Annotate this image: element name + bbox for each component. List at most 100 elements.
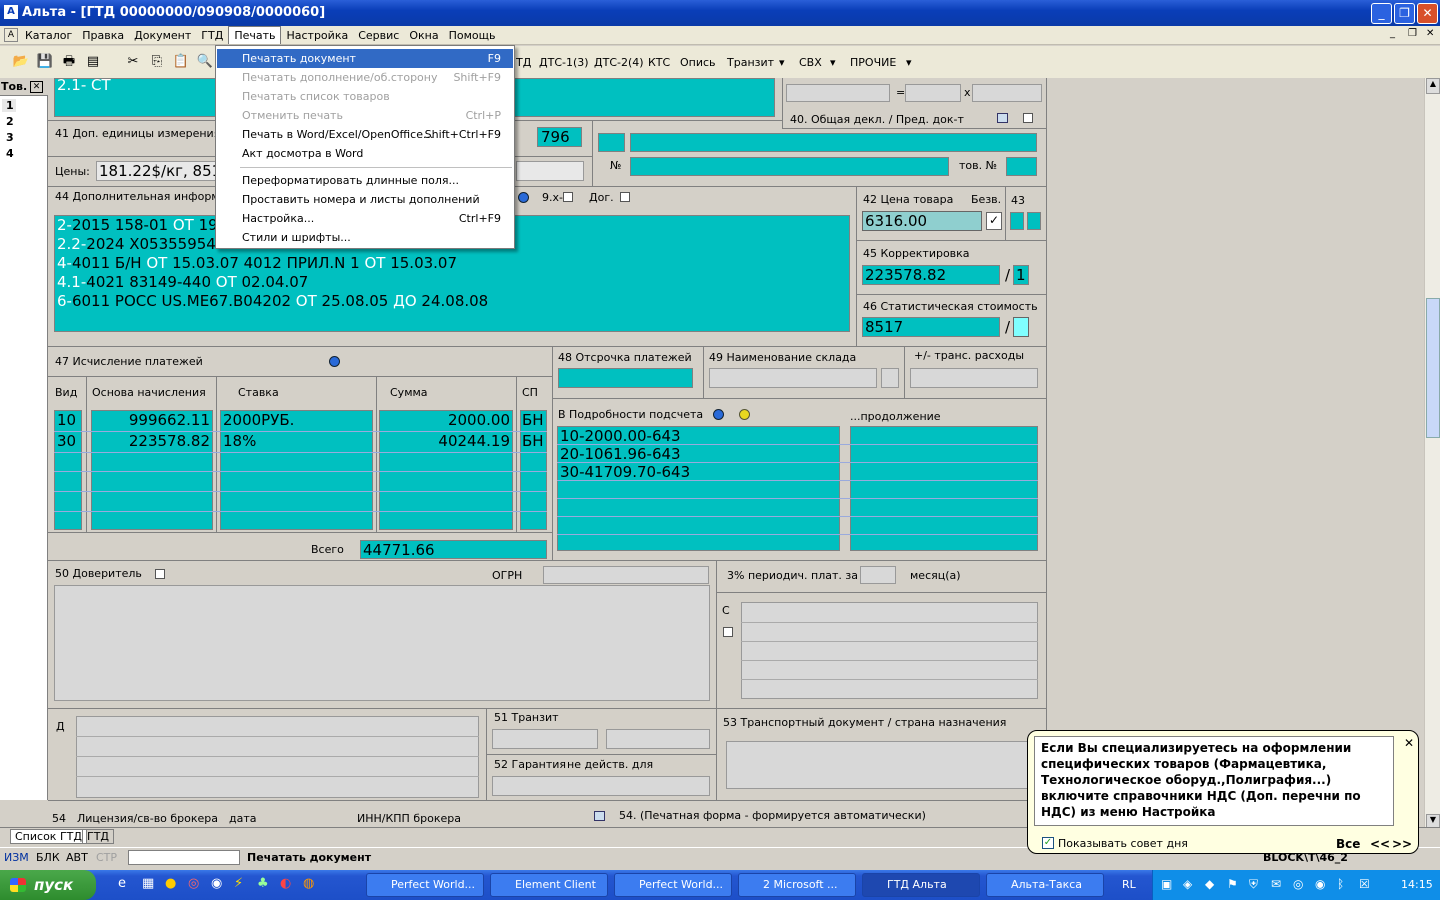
start-button[interactable]: пуск	[0, 870, 96, 900]
field49-extra[interactable]	[881, 368, 899, 388]
field41-value[interactable]: 796	[537, 127, 582, 147]
tip-next-button[interactable]: >>	[1392, 837, 1412, 851]
field-top-c[interactable]	[972, 84, 1042, 102]
col-sum-cells[interactable]: 2000.00 40244.19	[379, 410, 513, 530]
goods-item-4[interactable]: 4	[6, 147, 14, 160]
col-base-cells[interactable]: 999662.11 223578.82	[91, 410, 213, 530]
tray-app5-icon[interactable]: ◎	[1293, 877, 1303, 891]
menu-windows[interactable]: Окна	[404, 26, 443, 45]
print-settings-item[interactable]: Настройка... Ctrl+F9	[217, 209, 513, 228]
tab-kts[interactable]: КТС	[648, 56, 670, 69]
tip-close-icon[interactable]: ✕	[1404, 736, 1414, 750]
menu-print[interactable]: Печать	[228, 26, 282, 44]
clock[interactable]: 14:15	[1401, 878, 1433, 891]
field-top-a[interactable]	[786, 84, 890, 102]
copy-icon[interactable]: ⎘	[146, 51, 168, 73]
reformat-fields-item[interactable]: Переформатировать длинные поля...	[217, 171, 513, 190]
goods-panel-close-icon[interactable]: ✕	[30, 81, 43, 93]
tray-app3-icon[interactable]: ⚑	[1227, 877, 1238, 891]
vertical-scrollbar[interactable]: ▲ ▼	[1424, 78, 1440, 830]
tray-app-icon[interactable]: ◈	[1183, 877, 1192, 891]
menu-edit[interactable]: Правка	[77, 26, 129, 45]
field43-b[interactable]	[1027, 212, 1041, 230]
field40-number[interactable]	[630, 157, 949, 176]
field46-after[interactable]	[1013, 317, 1029, 337]
field51-value-a[interactable]	[492, 729, 598, 749]
cancel-print-item[interactable]: Отменить печать Ctrl+P	[217, 106, 513, 125]
note-icon[interactable]	[620, 192, 630, 202]
ogrn-value[interactable]	[543, 566, 709, 584]
col-rate-cells[interactable]: 2000РУБ. 18%	[220, 410, 373, 530]
globe-icon[interactable]	[329, 356, 340, 367]
menu-service[interactable]: Сервис	[353, 26, 404, 45]
task-perfect-world-2[interactable]: Perfect World...	[614, 873, 732, 897]
field43-a[interactable]	[1010, 212, 1024, 230]
tab-tranzit[interactable]: Транзит	[727, 56, 774, 69]
tray-app7-icon[interactable]: ☒	[1359, 877, 1370, 891]
goods-item-1[interactable]: 1	[2, 99, 16, 112]
open-folder-icon[interactable]: 📂	[10, 51, 32, 73]
menu-document[interactable]: Документ	[129, 26, 196, 45]
quicklaunch-ie-icon[interactable]: e	[118, 876, 126, 891]
calendar-icon[interactable]	[594, 811, 605, 821]
calendar-icon[interactable]	[997, 113, 1008, 123]
field52-value[interactable]	[492, 776, 710, 796]
field40-doc[interactable]	[630, 133, 1037, 152]
menu-help[interactable]: Помощь	[444, 26, 501, 45]
tab-dts1[interactable]: ДТС-1(3)	[539, 56, 589, 69]
field45-after[interactable]: 1	[1013, 265, 1029, 285]
show-tips-checkbox[interactable]: ✓	[1042, 837, 1054, 849]
find-icon[interactable]: 🔍	[194, 51, 216, 73]
task-element-client[interactable]: Element Client	[490, 873, 608, 897]
maximize-button[interactable]: ❐	[1394, 3, 1415, 24]
tray-app2-icon[interactable]: ◆	[1205, 877, 1214, 891]
field50-value[interactable]	[54, 585, 710, 701]
task-microsoft[interactable]: 2 Microsoft ...	[738, 873, 856, 897]
svh-dropdown-icon[interactable]: ▾	[830, 56, 836, 69]
field45-value[interactable]: 223578.82	[862, 265, 1000, 285]
print-goods-list-item[interactable]: Печатать список товаров	[217, 87, 513, 106]
mdi-minimize-icon[interactable]: _	[1390, 28, 1395, 39]
tray-shield-icon[interactable]: ⛨	[1249, 877, 1258, 892]
field-top-b[interactable]	[905, 84, 961, 102]
field53-value[interactable]	[726, 741, 1038, 789]
total-value[interactable]: 44771.66	[360, 540, 547, 559]
tray-bluetooth-icon[interactable]: ᛒ	[1337, 877, 1344, 891]
tab-prochie[interactable]: ПРОЧИЕ	[850, 56, 896, 69]
scroll-up-icon[interactable]: ▲	[1426, 78, 1440, 94]
note-icon[interactable]	[155, 569, 165, 579]
mdi-restore-icon[interactable]: ❐	[1408, 28, 1417, 39]
tab-gtd-list[interactable]: Список ГТД	[10, 829, 87, 844]
tranzit-dropdown-icon[interactable]: ▾	[779, 56, 785, 69]
prices-extra-field[interactable]	[516, 161, 584, 181]
menu-settings[interactable]: Настройка	[281, 26, 353, 45]
quicklaunch-media-icon[interactable]: ●	[165, 876, 176, 891]
globe-icon[interactable]	[713, 409, 724, 420]
language-indicator[interactable]: RL	[1122, 878, 1136, 891]
quicklaunch-app2-icon[interactable]: ◉	[211, 876, 222, 891]
prochie-dropdown-icon[interactable]: ▾	[906, 56, 912, 69]
print-options-icon[interactable]: ▤	[82, 51, 104, 73]
print-to-office-item[interactable]: Печать в Word/Excel/OpenOffice... Shift+C…	[217, 125, 513, 144]
save-icon[interactable]: 💾	[34, 51, 56, 73]
note-icon[interactable]	[563, 192, 573, 202]
field42-checkbox[interactable]: ✓	[986, 212, 1002, 230]
fieldD-value[interactable]	[76, 716, 479, 798]
tray-app4-icon[interactable]: ✉	[1271, 877, 1281, 891]
tab-svh[interactable]: СВХ	[799, 56, 822, 69]
task-gtd-alta[interactable]: ГТД Альта	[862, 873, 980, 897]
minimize-button[interactable]: _	[1371, 3, 1392, 24]
tab-gtd[interactable]: ГТД	[82, 829, 115, 844]
field49-value[interactable]	[709, 368, 877, 388]
tray-app6-icon[interactable]: ◉	[1315, 877, 1325, 891]
print-icon[interactable]: 🖶	[58, 51, 80, 73]
fieldC-value[interactable]	[741, 602, 1038, 699]
scroll-thumb[interactable]	[1426, 298, 1440, 438]
tab-dts2[interactable]: ДТС-2(4)	[594, 56, 644, 69]
note-icon[interactable]	[723, 627, 733, 637]
doc-icon[interactable]: A	[4, 28, 18, 42]
quicklaunch-app5-icon[interactable]: ◐	[280, 876, 291, 891]
tip-all-button[interactable]: Все	[1336, 837, 1360, 851]
quicklaunch-app-icon[interactable]: ◎	[188, 876, 199, 891]
paste-icon[interactable]: 📋	[170, 51, 192, 73]
